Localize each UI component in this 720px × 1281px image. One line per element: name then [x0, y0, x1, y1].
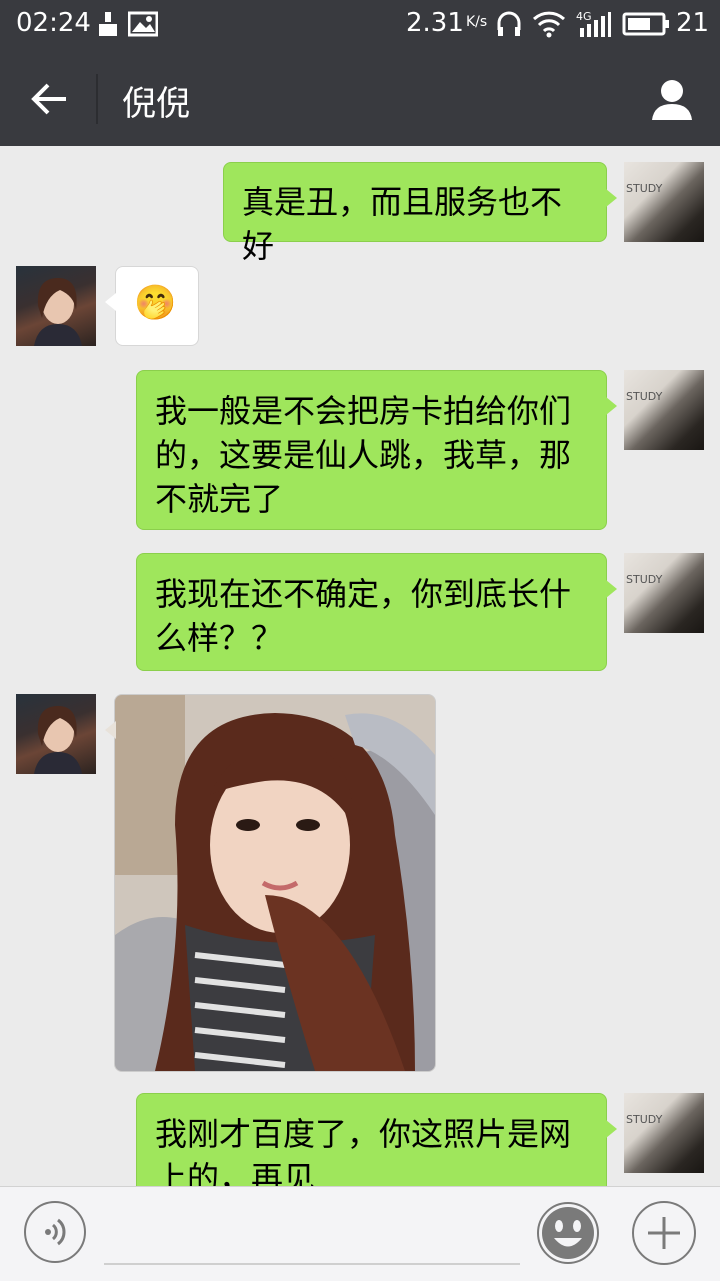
voice-input-button[interactable]: [24, 1201, 86, 1263]
input-bar: [0, 1186, 720, 1281]
profile-button[interactable]: [646, 74, 698, 126]
bubble-tail: [606, 580, 617, 598]
message-input[interactable]: [104, 1263, 520, 1265]
my-avatar[interactable]: STUDY: [624, 553, 704, 633]
gallery-icon: [128, 11, 158, 37]
bubble-tail: [606, 189, 617, 207]
voice-icon: [45, 1218, 66, 1246]
contact-avatar[interactable]: [16, 694, 96, 774]
contact-avatar[interactable]: [16, 266, 96, 346]
wifi-icon: [532, 11, 566, 38]
message-bubble-sent[interactable]: 我一般是不会把房卡拍给你们 的，这要是仙人跳，我草，那 不就完了: [136, 370, 607, 530]
chat-area[interactable]: 真是丑，而且服务也不好 STUDY 🤭 我一般是不会把房卡拍给你们 的，这要是仙…: [0, 146, 720, 1186]
message-text: 我现在还不确定，你到底长什 么样？？: [155, 575, 572, 657]
emoji-button[interactable]: [536, 1201, 600, 1265]
top-bar: 02:24 2.31 K/s 4G 21 倪倪: [0, 0, 720, 146]
signal-icon: [580, 12, 611, 37]
my-avatar[interactable]: STUDY: [624, 1093, 704, 1173]
battery-icon: [622, 12, 669, 36]
avatar-text: STUDY: [626, 573, 663, 586]
plus-icon: [648, 1217, 680, 1249]
status-time: 02:24: [16, 8, 91, 38]
avatar-text: STUDY: [626, 182, 663, 195]
message-text: 我一般是不会把房卡拍给你们 的，这要是仙人跳，我草，那 不就完了: [155, 392, 572, 518]
my-avatar[interactable]: STUDY: [624, 370, 704, 450]
net-speed-unit: K/s: [466, 14, 488, 30]
my-avatar[interactable]: STUDY: [624, 162, 704, 242]
message-bubble-sent[interactable]: 我现在还不确定，你到底长什 么样？？: [136, 553, 607, 671]
selfie-photo: [115, 695, 435, 1071]
title-divider: [96, 74, 98, 124]
net-speed: 2.31: [406, 8, 464, 38]
contact-avatar-image: [34, 706, 82, 774]
more-button[interactable]: [632, 1201, 696, 1265]
image-message[interactable]: [114, 694, 436, 1072]
bubble-tail: [606, 1120, 617, 1138]
chat-title: 倪倪: [122, 84, 190, 124]
message-bubble-sent[interactable]: 我刚才百度了，你这照片是网 上的，再见: [136, 1093, 607, 1186]
status-bar: 02:24 2.31 K/s 4G 21: [0, 0, 720, 50]
message-text: 我刚才百度了，你这照片是网 上的，再见: [155, 1115, 572, 1186]
message-text: 真是丑，而且服务也不好: [242, 183, 563, 265]
message-bubble-received[interactable]: 🤭: [115, 266, 199, 346]
emoji-message: 🤭: [134, 283, 177, 323]
avatar-text: STUDY: [626, 1113, 663, 1126]
headphone-icon: [497, 11, 521, 36]
contact-avatar-image: [34, 278, 82, 346]
bubble-tail: [105, 721, 116, 739]
bubble-tail: [606, 397, 617, 415]
message-bubble-sent[interactable]: 真是丑，而且服务也不好: [223, 162, 607, 265]
avatar-text: STUDY: [626, 390, 663, 403]
battery-level: 21: [676, 8, 710, 38]
cleaner-icon: [99, 12, 117, 36]
back-button[interactable]: [26, 76, 72, 122]
bubble-tail: [105, 293, 116, 311]
